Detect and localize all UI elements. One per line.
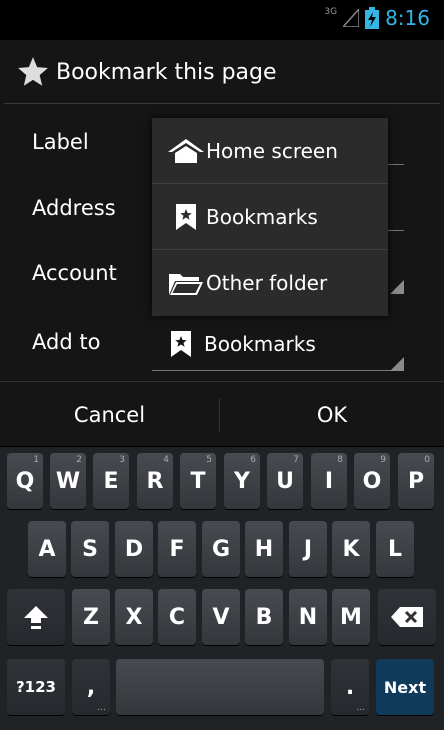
add-to-selected: Bookmarks xyxy=(170,321,316,367)
shift-key[interactable] xyxy=(7,589,65,645)
title-divider xyxy=(4,103,440,104)
key-f[interactable]: F xyxy=(158,521,196,577)
clock: 8:16 xyxy=(385,6,430,30)
key-i[interactable]: I8 xyxy=(311,453,347,509)
key-p[interactable]: P0 xyxy=(398,453,434,509)
key-k[interactable]: K xyxy=(332,521,370,577)
popup-item-bookmarks[interactable]: Bookmarks xyxy=(152,184,388,249)
key-o[interactable]: O9 xyxy=(354,453,390,509)
comma-key[interactable]: ,... xyxy=(72,659,110,715)
battery-charging-icon xyxy=(365,7,380,29)
popup-item-home-screen-label: Home screen xyxy=(206,138,338,163)
key-z[interactable]: Z xyxy=(72,589,110,645)
ok-button[interactable]: OK xyxy=(220,382,444,448)
account-label: Account xyxy=(32,261,117,285)
status-icons: 3G 8:16 xyxy=(324,6,430,30)
add-to-spinner[interactable]: Bookmarks xyxy=(152,321,404,367)
account-spinner-corner xyxy=(390,280,404,294)
next-key[interactable]: Next xyxy=(376,659,434,715)
status-bar: 3G 8:16 xyxy=(0,0,444,40)
key-a[interactable]: A xyxy=(28,521,66,577)
key-d[interactable]: D xyxy=(115,521,153,577)
dialog-buttons: Cancel OK xyxy=(0,381,444,448)
key-w[interactable]: W2 xyxy=(50,453,86,509)
key-u[interactable]: U7 xyxy=(267,453,303,509)
symbols-key[interactable]: ?123 xyxy=(7,659,65,715)
key-j[interactable]: J xyxy=(289,521,327,577)
popup-item-home-screen[interactable]: Home screen xyxy=(152,118,388,183)
dialog-header: Bookmark this page xyxy=(0,40,444,104)
signal-icon xyxy=(343,9,360,27)
popup-item-other-folder[interactable]: Other folder xyxy=(152,250,388,315)
add-to-value: Bookmarks xyxy=(204,332,316,356)
popup-item-bookmarks-label: Bookmarks xyxy=(206,204,318,229)
bookmark-dialog: Bookmark this page Label Address Account… xyxy=(0,40,444,446)
label-label: Label xyxy=(32,130,89,154)
key-h[interactable]: H xyxy=(245,521,283,577)
key-b[interactable]: B xyxy=(245,589,283,645)
bookmark-icon xyxy=(166,203,206,231)
key-c[interactable]: C xyxy=(158,589,196,645)
key-e[interactable]: E3 xyxy=(93,453,129,509)
home-icon xyxy=(166,138,206,164)
key-l[interactable]: L xyxy=(376,521,414,577)
key-t[interactable]: T5 xyxy=(180,453,216,509)
folder-icon xyxy=(166,270,206,296)
key-q[interactable]: Q1 xyxy=(7,453,43,509)
address-label: Address xyxy=(32,196,116,220)
backspace-icon xyxy=(391,607,423,627)
key-g[interactable]: G xyxy=(202,521,240,577)
star-icon xyxy=(18,57,48,86)
key-s[interactable]: S xyxy=(71,521,109,577)
key-m[interactable]: M xyxy=(332,589,370,645)
key-x[interactable]: X xyxy=(115,589,153,645)
cancel-button[interactable]: Cancel xyxy=(0,382,219,448)
bookmark-icon xyxy=(171,331,191,357)
period-key[interactable]: .... xyxy=(331,659,369,715)
shift-icon xyxy=(24,606,48,629)
backspace-key[interactable] xyxy=(378,589,436,645)
popup-item-other-folder-label: Other folder xyxy=(206,270,328,295)
network-type: 3G xyxy=(324,7,338,17)
folder-popup: Home screen Bookmarks Other folder xyxy=(152,118,388,316)
add-to-spinner-corner xyxy=(390,357,404,371)
key-v[interactable]: V xyxy=(202,589,240,645)
space-key[interactable] xyxy=(116,659,324,715)
key-r[interactable]: R4 xyxy=(137,453,173,509)
add-to-label: Add to xyxy=(32,330,101,354)
dialog-title: Bookmark this page xyxy=(56,59,277,85)
key-n[interactable]: N xyxy=(289,589,327,645)
key-y[interactable]: Y6 xyxy=(224,453,260,509)
add-to-underline xyxy=(152,370,404,371)
soft-keyboard: Q1 W2 E3 R4 T5 Y6 U7 I8 O9 P0 A S D F G … xyxy=(0,447,444,730)
